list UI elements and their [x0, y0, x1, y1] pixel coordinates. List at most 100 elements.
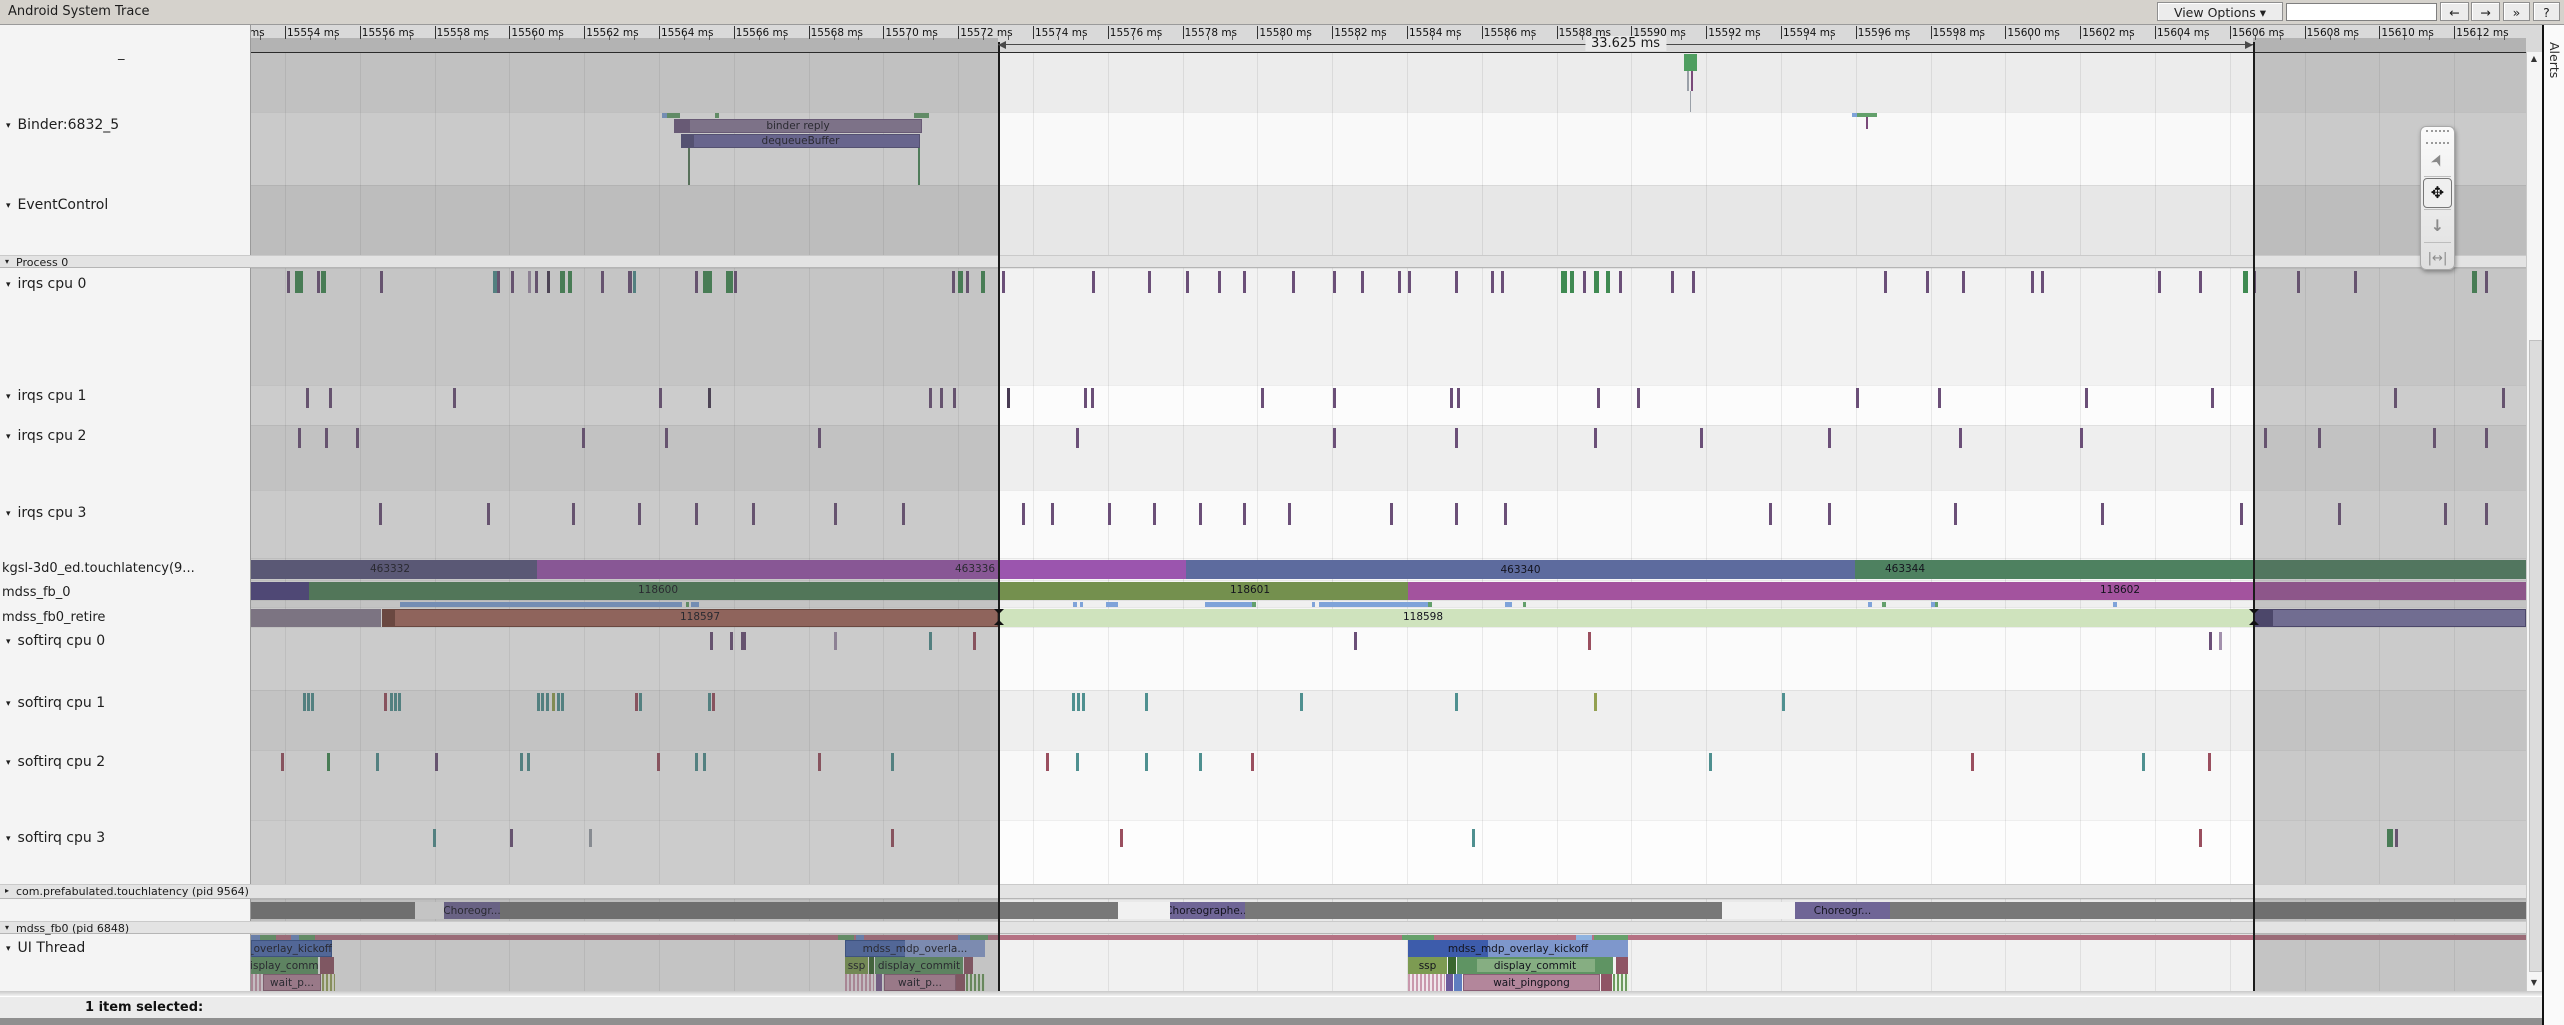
palette-drag-handle[interactable] — [2426, 130, 2449, 144]
trace-slice[interactable] — [1687, 71, 1689, 91]
trace-tick[interactable] — [1561, 271, 1567, 293]
expander-icon[interactable]: ▾ — [5, 257, 9, 266]
trace-tick[interactable] — [1288, 503, 1291, 525]
trace-tick[interactable] — [1619, 271, 1622, 293]
sidebar-item-mdss-fb0-retire[interactable]: mdss_fb0_retire — [2, 610, 105, 625]
trace-tick[interactable] — [1962, 271, 1965, 293]
trace-tick[interactable] — [1261, 388, 1264, 408]
trace-tick[interactable] — [1243, 503, 1246, 525]
trace-tick[interactable] — [1700, 428, 1703, 448]
trace-slice-display-commit[interactable]: display_commit — [1457, 957, 1613, 974]
trace-tick[interactable] — [2209, 632, 2212, 650]
trace-tick[interactable] — [1077, 693, 1080, 711]
trace-tick[interactable] — [2085, 388, 2088, 408]
trace-slice[interactable] — [1684, 54, 1697, 71]
trace-slice[interactable] — [1690, 91, 1691, 112]
trace-slice-118598[interactable] — [998, 609, 2253, 627]
trace-tick[interactable] — [1457, 388, 1460, 408]
trace-tick[interactable] — [1594, 693, 1597, 711]
scroll-up-icon[interactable]: ▲ — [2526, 54, 2542, 63]
trace-tick[interactable] — [2243, 271, 2248, 293]
expander-icon[interactable]: ▾ — [6, 509, 11, 519]
trace-tick[interactable] — [1022, 503, 1025, 525]
trace-slice[interactable] — [1446, 974, 1453, 991]
trace-tick[interactable] — [1218, 271, 1221, 293]
nav-forward-button[interactable]: → — [2471, 2, 2500, 21]
expander-icon[interactable]: ▾ — [6, 432, 11, 442]
trace-tick[interactable] — [1583, 271, 1586, 293]
trace-tick[interactable] — [1186, 271, 1189, 293]
trace-tick[interactable] — [2142, 753, 2145, 771]
trace-tick[interactable] — [1108, 503, 1111, 525]
selection-tool-icon[interactable]: ➤ — [2423, 145, 2452, 175]
trace-tick[interactable] — [1455, 693, 1458, 711]
trace-tick[interactable] — [1455, 503, 1458, 525]
sidebar-item-blank[interactable]: _ — [118, 46, 125, 61]
trace-tick[interactable] — [1455, 428, 1458, 448]
trace-tick[interactable] — [2158, 271, 2161, 293]
trace-slice-wait-pingpong[interactable]: wait_pingpong — [1463, 974, 1600, 991]
process-header-mdss-fb0-group[interactable]: ▾mdss_fb0 (pid 6848) — [0, 921, 2526, 934]
trace-tick[interactable] — [1782, 693, 1785, 711]
process-header-com-prefabulated[interactable]: ▸com.prefabulated.touchlatency (pid 9564… — [0, 884, 2526, 899]
trace-slice[interactable] — [1252, 602, 1256, 607]
sidebar-item-binder[interactable]: ▾Binder:6832_5 — [6, 117, 119, 133]
trace-tick[interactable] — [1007, 388, 1010, 408]
search-input[interactable] — [2286, 3, 2437, 21]
process-header-process-0[interactable]: ▾Process 0 — [0, 255, 2526, 268]
trace-tick[interactable] — [1354, 632, 1357, 650]
expander-icon[interactable]: ▾ — [6, 637, 11, 647]
trace-slice-ssp[interactable]: ssp — [1408, 957, 1447, 974]
trace-tick[interactable] — [1046, 753, 1049, 771]
trace-tick[interactable] — [1145, 693, 1148, 711]
trace-tick[interactable] — [2211, 388, 2214, 408]
trace-tick[interactable] — [1333, 428, 1336, 448]
trace-tick[interactable] — [1828, 428, 1831, 448]
trace-slice[interactable] — [1454, 974, 1462, 991]
trace-slice[interactable] — [1868, 602, 1872, 607]
trace-tick[interactable] — [1455, 271, 1458, 293]
trace-tick[interactable] — [1597, 388, 1600, 408]
trace-tick[interactable] — [1148, 271, 1151, 293]
trace-tick[interactable] — [1450, 388, 1453, 408]
trace-slice[interactable] — [1722, 902, 1795, 919]
sidebar-item-softirq-cpu-0[interactable]: ▾softirq cpu 0 — [6, 633, 105, 649]
trace-tick[interactable] — [1856, 388, 1859, 408]
trace-tick[interactable] — [1606, 271, 1610, 293]
trace-slice[interactable] — [1448, 957, 1456, 974]
trace-tick[interactable] — [1971, 753, 1974, 771]
timing-tool-icon[interactable]: |↔| — [2423, 244, 2452, 274]
trace-tick[interactable] — [1588, 632, 1591, 650]
expander-icon[interactable]: ▾ — [6, 392, 11, 402]
trace-slice[interactable] — [1408, 974, 1445, 991]
trace-slice[interactable] — [1866, 117, 1868, 129]
trace-tick[interactable] — [1199, 503, 1202, 525]
trace-tick[interactable] — [1938, 388, 1941, 408]
trace-tick[interactable] — [1199, 753, 1202, 771]
trace-tick[interactable] — [1491, 271, 1494, 293]
trace-tick[interactable] — [1398, 271, 1401, 293]
trace-tick[interactable] — [1408, 271, 1411, 293]
sidebar-item-mdss-fb-0[interactable]: mdss_fb_0 — [2, 585, 71, 600]
pan-tool-icon[interactable]: ✥ — [2423, 178, 2452, 208]
trace-slice[interactable] — [1691, 71, 1693, 91]
trace-tick[interactable] — [1954, 503, 1957, 525]
trace-slice[interactable] — [1205, 602, 1252, 607]
sidebar-item-irqs-cpu-1[interactable]: ▾irqs cpu 1 — [6, 388, 86, 404]
trace-slice[interactable] — [1505, 602, 1512, 607]
trace-tick[interactable] — [1051, 503, 1054, 525]
trace-slice-choreographe-[interactable]: Choreographe... — [1170, 902, 1245, 919]
trace-slice-118601[interactable] — [998, 582, 1408, 600]
trace-tick[interactable] — [1084, 388, 1087, 408]
trace-slice[interactable] — [1073, 602, 1077, 607]
trace-tick[interactable] — [2199, 829, 2202, 847]
trace-slice[interactable] — [1613, 974, 1629, 991]
trace-slice-choreogr-[interactable]: Choreogr... — [1795, 902, 1890, 919]
vertical-scrollbar[interactable] — [2526, 52, 2543, 991]
trace-tick[interactable] — [1472, 829, 1475, 847]
trace-tick[interactable] — [1120, 829, 1123, 847]
trace-tick[interactable] — [1333, 271, 1336, 293]
trace-tick[interactable] — [2101, 503, 2104, 525]
trace-tick[interactable] — [1594, 428, 1597, 448]
trace-tick[interactable] — [2208, 753, 2211, 771]
